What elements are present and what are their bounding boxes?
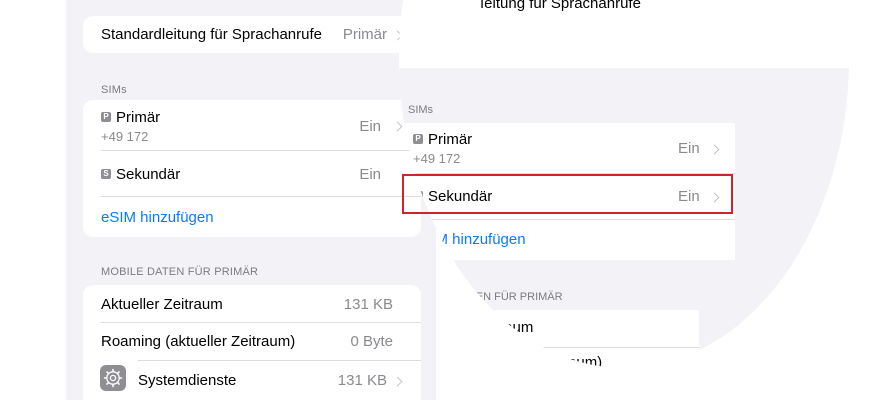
chevron-right-icon xyxy=(709,144,720,155)
sim-row-primary[interactable]: P Primär +49 172 Ein xyxy=(83,100,421,150)
add-esim-link[interactable]: eSIM hinzufügen xyxy=(101,209,214,226)
current-period-value: 131 KB xyxy=(343,296,393,313)
divider xyxy=(413,219,735,220)
zoom-default-line-label: ıeitung für Sprachanrufe xyxy=(480,0,641,12)
zoom-default-line-row: ıeitung für Sprachanrufe xyxy=(399,0,849,68)
default-line-label: Standardleitung für Sprachanrufe xyxy=(101,26,322,43)
current-period-row: Aktueller Zeitraum 131 KB xyxy=(83,285,421,322)
zoom-sim-row-primary[interactable]: P Primär +49 172 Ein xyxy=(399,123,735,173)
zoom-primary-value: Ein xyxy=(678,140,700,157)
zoom-primary-label: Primär xyxy=(428,131,473,148)
zoom-primary-badge-icon: P xyxy=(413,134,423,144)
default-line-value: Primär xyxy=(342,26,387,43)
zoom-mobile-data-card: ller Zeitraum ıler Zeitraum) xyxy=(439,310,699,368)
primary-sim-badge-icon: P xyxy=(101,112,111,122)
settings-pane: Standardleitung für Sprachanrufe Primär … xyxy=(66,0,436,400)
primary-sim-label: Primär xyxy=(116,109,161,126)
zoom-mobile-data-header: MOBILE DATEN FÜR PRIMÄR xyxy=(410,291,563,303)
system-services-row[interactable]: Systemdienste 131 KB xyxy=(83,361,421,400)
system-services-value: 131 KB xyxy=(337,372,387,389)
secondary-sim-badge-icon: S xyxy=(101,169,111,179)
primary-sim-value: Ein xyxy=(359,118,381,135)
chevron-right-icon xyxy=(392,376,403,387)
zoom-current-period-label: ller Zeitraum xyxy=(450,319,534,336)
secondary-sim-value: Ein xyxy=(359,166,381,183)
current-period-label: Aktueller Zeitraum xyxy=(101,296,223,313)
zoom-roaming-label: ıler Zeitraum) xyxy=(513,354,603,368)
roaming-value: 0 Byte xyxy=(350,333,393,350)
zoom-primary-number: +49 172 xyxy=(413,151,461,166)
default-line-row[interactable]: Standardleitung für Sprachanrufe Primär xyxy=(83,16,421,53)
zoom-sims-header: SIMs xyxy=(408,104,434,116)
highlight-box xyxy=(402,174,733,214)
mobile-data-card: Aktueller Zeitraum 131 KB Roaming (aktue… xyxy=(83,285,421,400)
mobile-data-section-header: MOBILE DATEN FÜR PRIMÄR xyxy=(101,266,259,278)
system-services-label: Systemdienste xyxy=(138,372,237,389)
primary-sim-number: +49 172 xyxy=(101,129,149,144)
sims-section-header: SIMs xyxy=(101,84,127,96)
secondary-sim-label: Sekundär xyxy=(116,166,181,183)
divider xyxy=(101,196,421,197)
roaming-label: Roaming (aktueller Zeitraum) xyxy=(101,333,296,350)
sim-row-secondary[interactable]: S Sekundär Ein xyxy=(83,151,421,195)
zoom-add-esim-link[interactable]: eSIM hinzufügen xyxy=(413,231,526,248)
sims-card: P Primär +49 172 Ein S Sekundär Ein eSIM… xyxy=(83,100,421,237)
divider xyxy=(439,347,699,348)
roaming-row: Roaming (aktueller Zeitraum) 0 Byte xyxy=(83,323,421,360)
gear-icon xyxy=(100,365,126,391)
